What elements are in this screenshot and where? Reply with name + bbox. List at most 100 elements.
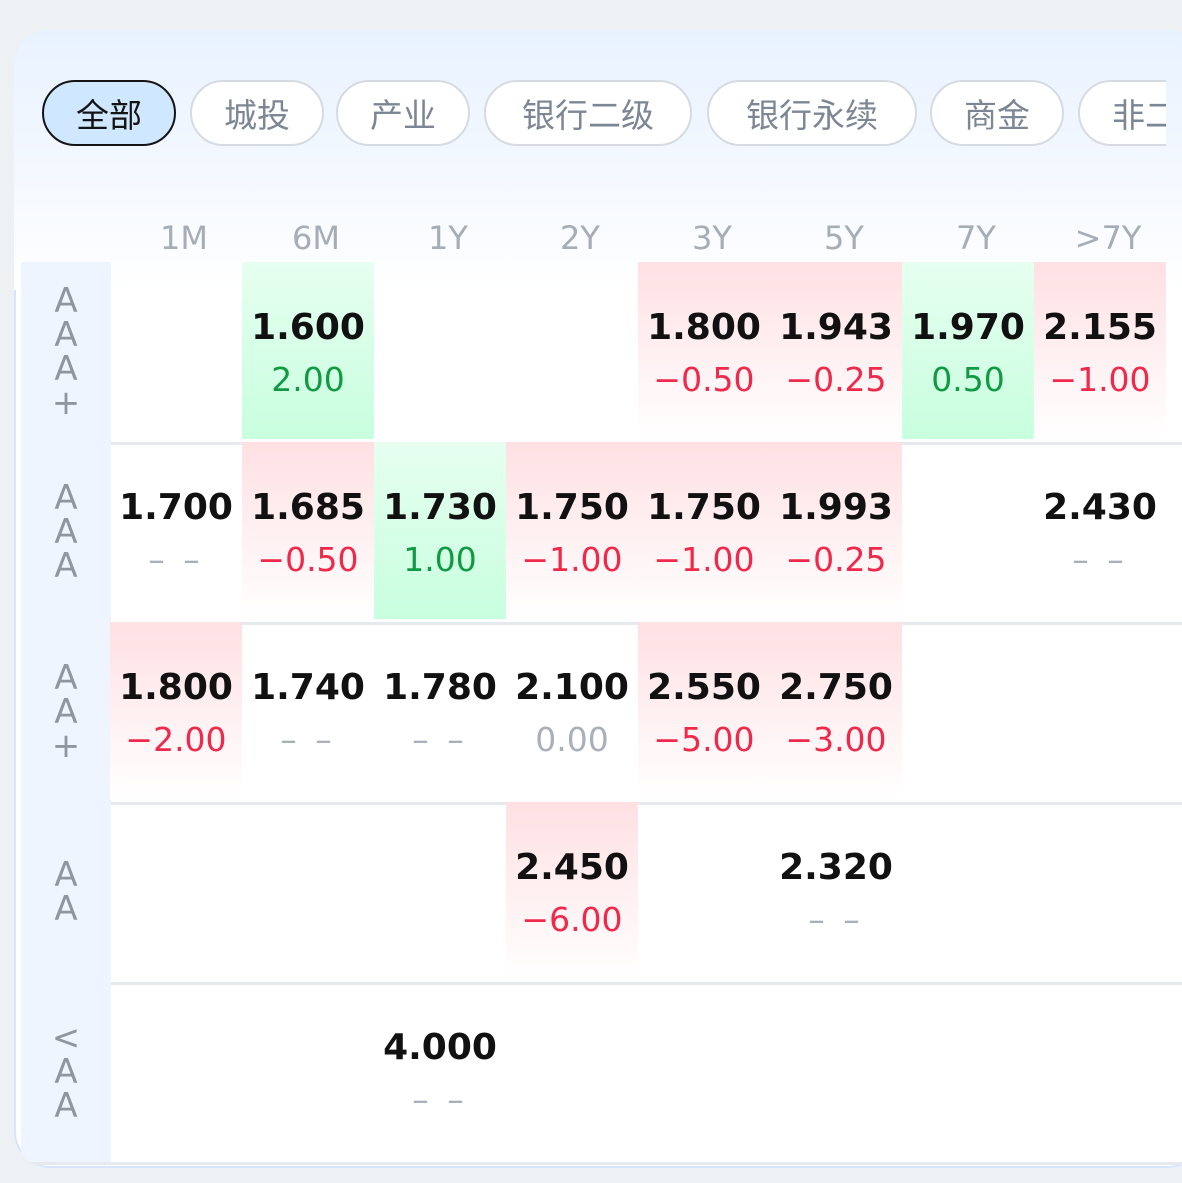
quote-cell[interactable]: 1.730 1.00 <box>374 442 506 619</box>
rating-label-char: A <box>54 889 78 929</box>
rating-label-char: A <box>54 512 78 552</box>
rating-label-char: A <box>54 349 78 389</box>
quote-cell <box>638 802 770 979</box>
rating-label: < A A <box>21 982 111 1162</box>
quote-cell[interactable]: 1.780 – – <box>374 622 506 799</box>
tenor-header-row: 1M 6M 1Y 2Y 3Y 5Y 7Y >7Y <box>14 208 1182 268</box>
quote-cell <box>506 982 638 1159</box>
quote-cell <box>1034 622 1166 799</box>
rating-row[interactable]: < A A 4.000– – <box>21 982 1182 1165</box>
yield-value: 1.780 <box>383 667 497 708</box>
quote-cell[interactable]: 2.750 −3.00 <box>770 622 902 799</box>
quote-cell[interactable]: 2.155 −1.00 <box>1034 262 1166 439</box>
quote-cell[interactable]: 1.750 −1.00 <box>506 442 638 619</box>
change-value: −3.00 <box>785 720 887 759</box>
quote-cell[interactable]: 2.430 – – <box>1034 442 1166 619</box>
tenor-header-6: 7Y <box>956 219 996 257</box>
change-value: −0.50 <box>653 360 755 399</box>
quote-cell[interactable]: 1.970 0.50 <box>902 262 1034 439</box>
quote-cell[interactable]: 2.450 −6.00 <box>506 802 638 979</box>
yield-value: 1.943 <box>779 307 893 348</box>
change-value: – – <box>280 720 336 759</box>
tab-2[interactable]: 产业 <box>336 80 470 146</box>
quote-cell <box>902 442 1034 619</box>
change-value: – – <box>412 720 468 759</box>
yield-value: 2.550 <box>647 667 761 708</box>
change-value: −1.00 <box>653 540 755 579</box>
tab-5[interactable]: 商金 <box>930 80 1064 146</box>
rating-label-char: A <box>54 546 78 586</box>
quote-cell <box>902 622 1034 799</box>
yield-value: 4.000 <box>383 1027 497 1068</box>
quote-cell[interactable]: 1.800 −0.50 <box>638 262 770 439</box>
quote-cell <box>374 802 506 979</box>
tenor-header-7: >7Y <box>1074 219 1142 257</box>
rating-label: A A A + <box>21 262 111 442</box>
change-value: 1.00 <box>403 540 477 579</box>
quote-cell[interactable]: 1.943 −0.25 <box>770 262 902 439</box>
rating-row[interactable]: A A A 1.700– –1.685 −0.50 1.730 1.00 1.750 −1.00… <box>21 442 1182 625</box>
tab-0[interactable]: 全部 <box>42 80 176 146</box>
change-value: −0.50 <box>257 540 359 579</box>
change-value: – – <box>808 900 864 939</box>
quote-cell[interactable]: 2.100 0.00 <box>506 622 638 799</box>
quote-cell[interactable]: 1.800 −2.00 <box>110 622 242 799</box>
yield-matrix-card: 全部 城投 产业 银行二级 银行永续 商金 非二 1M 6M 1Y 2Y 3Y 5Y 7Y >7Y AAA… <box>14 30 1182 1168</box>
tenor-header-3: 2Y <box>560 219 600 257</box>
quote-cell[interactable]: 1.600 2.00 <box>242 262 374 439</box>
change-value: – – <box>412 1080 468 1119</box>
change-value: −0.25 <box>785 360 887 399</box>
rating-row[interactable]: A A A + 1.600 2.00 1.800 −0.50 1.943 −0.25 1.970 0.… <box>21 262 1182 445</box>
tab-4[interactable]: 银行永续 <box>707 80 917 146</box>
yield-value: 2.155 <box>1043 307 1157 348</box>
quote-cell[interactable]: 1.750 −1.00 <box>638 442 770 619</box>
quote-cell[interactable]: 1.740 – – <box>242 622 374 799</box>
yield-value: 1.685 <box>251 487 365 528</box>
rating-label-char: A <box>54 1086 78 1126</box>
change-value: −2.00 <box>125 720 227 759</box>
category-tabs: 全部 城投 产业 银行二级 银行永续 商金 非二 <box>42 80 1166 152</box>
quote-cell <box>638 982 770 1159</box>
quote-cell <box>770 982 902 1159</box>
rating-label-char: A <box>54 478 78 518</box>
quote-cell <box>110 262 242 439</box>
quote-cell[interactable]: 1.993 −0.25 <box>770 442 902 619</box>
rating-label-char: + <box>51 383 81 423</box>
tenor-header-5: 5Y <box>824 219 864 257</box>
rating-label-char: < <box>51 1018 81 1058</box>
quote-cell[interactable]: 2.320 – – <box>770 802 902 979</box>
quote-cell <box>1034 982 1166 1159</box>
quote-cell <box>110 982 242 1159</box>
quote-cell[interactable]: 1.700 – – <box>110 442 242 619</box>
change-value: −1.00 <box>521 540 623 579</box>
yield-value: 1.730 <box>383 487 497 528</box>
yield-value: 1.970 <box>911 307 1025 348</box>
yield-value: 2.450 <box>515 847 629 888</box>
tenor-header-1: 6M <box>292 219 340 257</box>
rating-label-char: A <box>54 692 78 732</box>
quote-cell <box>242 982 374 1159</box>
tab-6[interactable]: 非二 <box>1078 80 1166 146</box>
yield-value: 1.700 <box>119 487 233 528</box>
yield-value: 1.600 <box>251 307 365 348</box>
tenor-header-0: 1M <box>160 219 208 257</box>
yield-value: 1.800 <box>647 307 761 348</box>
quote-cell[interactable]: 1.685 −0.50 <box>242 442 374 619</box>
yield-value: 1.750 <box>647 487 761 528</box>
tab-1[interactable]: 城投 <box>190 80 324 146</box>
quote-cell <box>1034 802 1166 979</box>
tab-3[interactable]: 银行二级 <box>484 80 692 146</box>
rating-row[interactable]: A A +1.800 −2.00 1.740– –1.780– –2.100 0.00 2.… <box>21 622 1182 805</box>
quote-cell <box>242 802 374 979</box>
tenor-header-2: 1Y <box>428 219 468 257</box>
quote-cell[interactable]: 2.550 −5.00 <box>638 622 770 799</box>
tenor-header-4: 3Y <box>692 219 732 257</box>
rating-row[interactable]: A A 2.450 −6.00 2.320 – – <box>21 802 1182 985</box>
quote-cell <box>902 982 1034 1159</box>
rating-label-char: A <box>54 658 78 698</box>
quote-cell[interactable]: 4.000 – – <box>374 982 506 1159</box>
quote-cell <box>374 262 506 439</box>
quote-cell <box>110 802 242 979</box>
rating-label-char: + <box>51 726 81 766</box>
rating-label-char: A <box>54 281 78 321</box>
